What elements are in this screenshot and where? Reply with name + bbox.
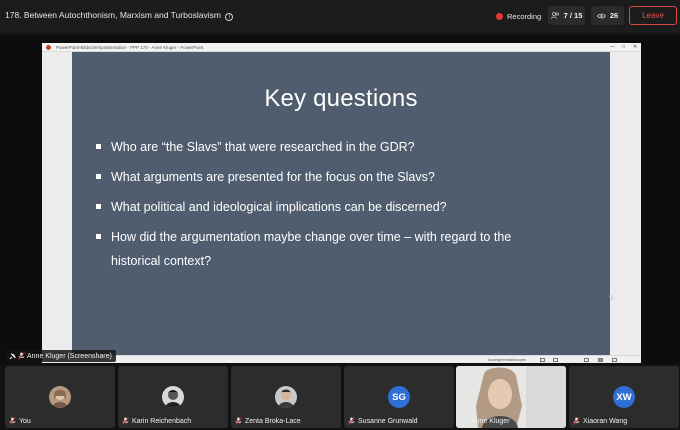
- bullet-square-icon: [96, 144, 101, 149]
- participant-name: You: [9, 417, 31, 425]
- display-settings-label[interactable]: Anzeigeeinstellungen: [488, 357, 526, 362]
- presentation-slide: Key questions Who are “the Slavs” that w…: [72, 52, 614, 355]
- recording-indicator: Recording: [496, 9, 541, 23]
- powerpoint-titlebar: PowerPoint-Bildschirmpräsentation - PPP …: [42, 43, 641, 52]
- participant-name: Xiaoran Wang: [573, 417, 627, 425]
- participant-name: Anne Kluger: [460, 418, 510, 425]
- fit-slide-icon[interactable]: [612, 358, 617, 362]
- slideshow-view-icon[interactable]: [598, 358, 603, 362]
- participant-name-text: Xiaoran Wang: [583, 417, 628, 425]
- participant-name: Zenta Broka-Lace: [235, 417, 301, 425]
- pin-icon: [9, 352, 16, 359]
- powerpoint-status-bar: Anzeigeeinstellungen: [42, 355, 641, 363]
- participant-name-text: Susanne Grunwald: [358, 417, 418, 425]
- bullet-square-icon: [96, 204, 101, 209]
- participant-name-text: Anne Kluger: [471, 418, 510, 425]
- participant-name: Karin Reichenbach: [122, 417, 191, 425]
- slide-title: Key questions: [264, 85, 418, 112]
- bullet-text: What arguments are presented for the foc…: [111, 170, 435, 184]
- mic-muted-icon: [235, 417, 242, 425]
- bullet-text: Who are “the Slavs” that were researched…: [111, 140, 415, 154]
- participant-tile[interactable]: SG Susanne Grunwald: [344, 366, 454, 428]
- eye-icon: [596, 13, 606, 18]
- participants-button[interactable]: 7 / 15: [548, 6, 585, 25]
- recording-dot-icon: [496, 12, 503, 20]
- avatar: SG: [388, 386, 410, 408]
- powerpoint-window-title: PowerPoint-Bildschirmpräsentation - PPP …: [56, 45, 204, 50]
- minimize-icon[interactable]: —: [610, 44, 615, 50]
- mic-muted-icon: [18, 352, 25, 360]
- normal-view-icon[interactable]: [540, 358, 545, 362]
- viewers-count: 26: [609, 11, 619, 20]
- meeting-top-bar: 178. Between Autochthonism, Marxism and …: [0, 0, 680, 33]
- bullet-square-icon: [96, 174, 101, 179]
- people-icon: [550, 12, 559, 19]
- powerpoint-window: PowerPoint-Bildschirmpräsentation - PPP …: [42, 43, 641, 363]
- mic-muted-icon: [122, 417, 129, 425]
- bullet-text: What political and ideological implicati…: [111, 200, 447, 214]
- participant-name-text: Zenta Broka-Lace: [245, 417, 301, 425]
- maximize-icon[interactable]: □: [622, 44, 625, 50]
- close-icon[interactable]: ✕: [633, 44, 637, 50]
- presenter-label: Anne Kluger (Screenshare): [5, 350, 116, 362]
- participant-name-text: You: [19, 417, 31, 425]
- participant-tile[interactable]: XW Xiaoran Wang: [569, 366, 679, 428]
- mouse-cursor-icon: [609, 294, 614, 301]
- slide-sorter-icon[interactable]: [553, 358, 558, 362]
- viewers-button[interactable]: 26: [591, 6, 624, 25]
- avatar: [49, 386, 71, 408]
- reading-view-icon[interactable]: [584, 358, 589, 362]
- mic-muted-icon: [573, 417, 580, 425]
- meeting-title-text: 178. Between Autochthonism, Marxism and …: [5, 10, 221, 20]
- participant-tile[interactable]: You: [5, 366, 115, 428]
- recording-label: Recording: [507, 11, 542, 21]
- avatar: XW: [613, 386, 635, 408]
- participant-name-text: Karin Reichenbach: [132, 417, 192, 425]
- bullet-text: How did the argumentation maybe change o…: [111, 230, 512, 244]
- info-icon[interactable]: i: [225, 13, 234, 21]
- participant-name: Susanne Grunwald: [348, 417, 418, 425]
- participants-strip: You Karin Reichenbach Zenta Broka-Lace S…: [0, 364, 680, 430]
- participant-tile[interactable]: Karin Reichenbach: [118, 366, 228, 428]
- powerpoint-logo-icon: [46, 45, 51, 50]
- mic-muted-icon: [348, 417, 355, 425]
- presenter-name: Anne Kluger (Screenshare): [27, 352, 112, 360]
- bullet-text: historical context?: [111, 254, 212, 268]
- avatar: [275, 386, 297, 408]
- avatar: [162, 386, 184, 408]
- mic-muted-icon: [9, 417, 16, 425]
- bullet-square-icon: [96, 234, 101, 239]
- leave-button[interactable]: Leave: [629, 6, 677, 25]
- more-icon: [460, 420, 468, 423]
- participant-tile-active[interactable]: Anne Kluger: [456, 366, 566, 428]
- participant-tile[interactable]: Zenta Broka-Lace: [231, 366, 341, 428]
- participants-count: 7 / 15: [563, 11, 583, 20]
- meeting-title[interactable]: 178. Between Autochthonism, Marxism and …: [5, 10, 234, 21]
